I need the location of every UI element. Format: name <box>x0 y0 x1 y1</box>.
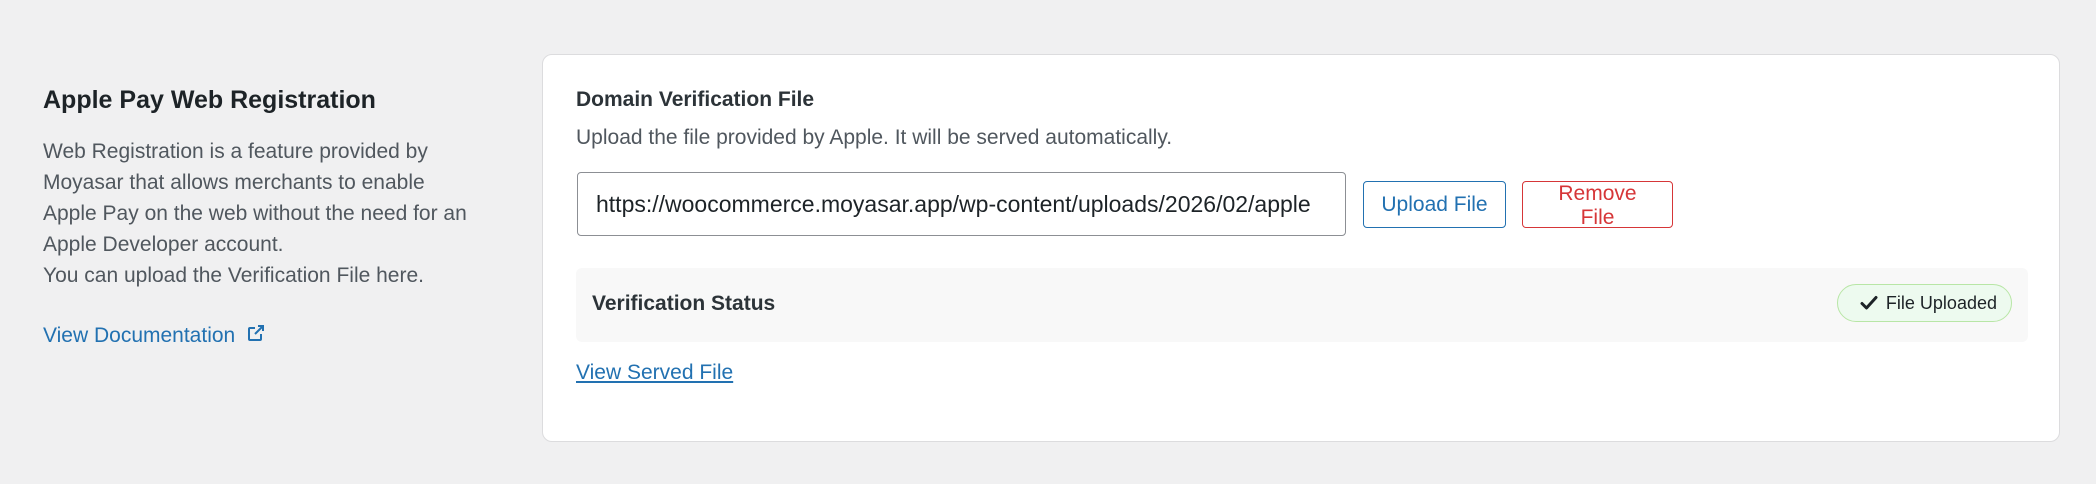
remove-file-button[interactable]: Remove File <box>1522 181 1673 229</box>
status-badge: File Uploaded <box>1836 284 2012 322</box>
status-badge-label: File Uploaded <box>1885 292 1997 313</box>
section-title: Apple Pay Web Registration <box>43 86 376 114</box>
description-line: Apple Pay on the web without the need fo… <box>43 202 467 225</box>
field-help-text: Upload the file provided by Apple. It wi… <box>576 126 1173 149</box>
field-title: Domain Verification File <box>576 88 815 111</box>
view-documentation-link[interactable]: View Documentation <box>43 324 265 348</box>
upload-file-button[interactable]: Upload File <box>1363 181 1506 228</box>
checkmark-icon <box>1860 296 1878 310</box>
verification-status-label: Verification Status <box>592 292 776 315</box>
view-documentation-label: View Documentation <box>43 324 236 347</box>
verification-status-row: Verification Status File Uploaded <box>576 268 2028 342</box>
verification-card: Domain Verification File Upload the file… <box>542 54 2060 442</box>
description-line: Moyasar that allows merchants to enable <box>43 171 425 194</box>
view-served-file-link[interactable]: View Served File <box>576 361 733 385</box>
external-link-icon <box>248 325 265 341</box>
description-line: Web Registration is a feature provided b… <box>43 140 428 163</box>
section-description: Apple Pay Web Registration Web Registrat… <box>43 82 503 348</box>
description-line: You can upload the Verification File her… <box>43 264 424 287</box>
section-description-text: Web Registration is a feature provided b… <box>43 136 503 291</box>
settings-page: Apple Pay Web Registration Web Registrat… <box>0 0 2096 484</box>
verification-file-url-input[interactable] <box>577 172 1346 236</box>
description-line: Apple Developer account. <box>43 233 284 256</box>
